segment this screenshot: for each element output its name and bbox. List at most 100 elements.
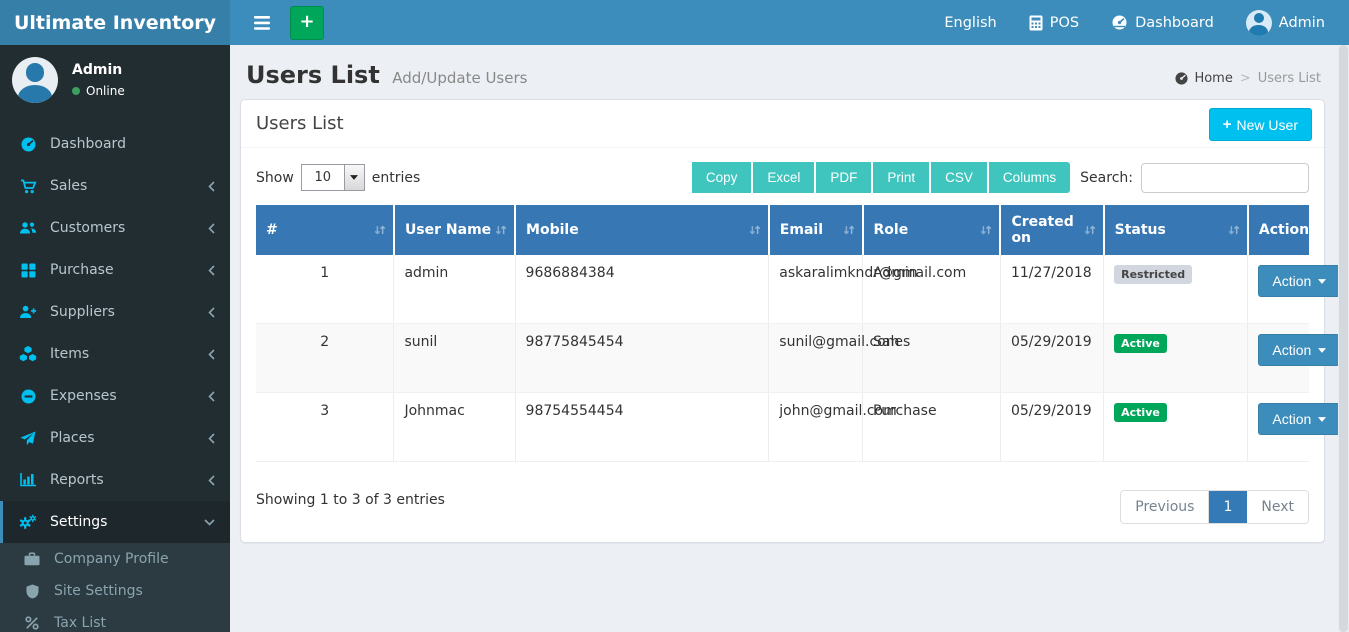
cell-status: Active [1104, 324, 1248, 393]
column-header[interactable]: Email [769, 205, 863, 255]
status-badge: Active [1114, 334, 1167, 353]
sidebar-toggle-button[interactable] [240, 0, 284, 45]
chevron-left-icon [208, 391, 215, 402]
cell-user-name: sunil [394, 324, 515, 393]
cell-status: Restricted [1104, 255, 1248, 324]
breadcrumb-separator: > [1240, 71, 1251, 86]
table-info: Showing 1 to 3 of 3 entries [256, 492, 445, 508]
sidebar-item-customers[interactable]: Customers [0, 207, 230, 249]
caret-down-icon [1318, 417, 1326, 422]
vertical-scrollbar[interactable] [1338, 45, 1349, 632]
users-list-panel: Users List + New User Show 10 entries [240, 99, 1325, 543]
quick-add-button[interactable]: + [290, 6, 324, 40]
panel-body: Show 10 entries CopyExcelPDFPrintCSVColu… [241, 148, 1324, 542]
cell-user-name: admin [394, 255, 515, 324]
chevron-down-icon [204, 519, 215, 526]
export-button[interactable]: PDF [814, 162, 871, 193]
column-header[interactable]: Status [1104, 205, 1248, 255]
user-menu[interactable]: Admin [1232, 0, 1339, 45]
shopping-cart-icon [18, 179, 38, 194]
sidebar-item-places[interactable]: Places [0, 417, 230, 459]
action-dropdown-button[interactable]: Action [1258, 265, 1340, 297]
sidebar-item-items[interactable]: Items [0, 333, 230, 375]
cell-role: Sales [863, 324, 1001, 393]
pagination-previous[interactable]: Previous [1121, 491, 1209, 523]
new-user-button[interactable]: + New User [1209, 108, 1312, 141]
column-header[interactable]: Action [1248, 205, 1309, 255]
chevron-left-icon [208, 223, 215, 234]
search-control: Search: [1080, 163, 1309, 193]
sort-icon[interactable] [1227, 223, 1241, 237]
search-label: Search: [1080, 170, 1133, 186]
cell-email: john@gmail.com [769, 393, 863, 462]
cell-mobile: 9686884384 [515, 255, 769, 324]
action-dropdown-button[interactable]: Action [1258, 403, 1340, 435]
table-row: 1 admin 9686884384 askaralimkndr@gmail.c… [256, 255, 1309, 324]
sidebar-item-purchase[interactable]: Purchase [0, 249, 230, 291]
pagination-page-1[interactable]: 1 [1209, 491, 1247, 523]
sidebar-user-status: Online [72, 84, 125, 98]
export-button[interactable]: Print [871, 162, 929, 193]
percent-icon [22, 616, 42, 630]
panel-title: Users List [256, 113, 344, 134]
page-length-select[interactable]: 10 [301, 164, 365, 191]
language-menu[interactable]: English [930, 0, 1010, 45]
pos-link[interactable]: POS [1015, 0, 1093, 45]
sidebar-item-site-settings[interactable]: Site Settings [0, 575, 230, 607]
sidebar-item-expenses[interactable]: Expenses [0, 375, 230, 417]
sort-icon[interactable] [979, 223, 993, 237]
export-button[interactable]: Copy [690, 162, 752, 193]
settings-submenu: Company Profile Site Settings Tax List [0, 543, 230, 632]
export-button[interactable]: CSV [929, 162, 987, 193]
sort-icon[interactable] [1083, 223, 1097, 237]
cell-email: askaralimkndr@gmail.com [769, 255, 863, 324]
brand-logo[interactable]: Ultimate Inventory [0, 0, 230, 45]
sidebar-item-dashboard[interactable]: Dashboard [0, 123, 230, 165]
action-dropdown-button[interactable]: Action [1258, 334, 1340, 366]
search-input[interactable] [1141, 163, 1309, 193]
gauge-icon [1174, 72, 1189, 85]
pagination-next[interactable]: Next [1247, 491, 1308, 523]
cell-number: 2 [256, 324, 394, 393]
column-header[interactable]: User Name [394, 205, 515, 255]
gauge-icon [18, 137, 38, 152]
sort-icon[interactable] [494, 223, 508, 237]
cell-status: Active [1104, 393, 1248, 462]
breadcrumb-home-link[interactable]: Home [1174, 71, 1232, 86]
sidebar-item-company-profile[interactable]: Company Profile [0, 543, 230, 575]
bars-icon [254, 16, 270, 30]
sidebar-item-tax-list[interactable]: Tax List [0, 607, 230, 632]
column-header[interactable]: Role [863, 205, 1001, 255]
caret-down-icon [1318, 348, 1326, 353]
online-dot-icon [72, 87, 80, 95]
column-header[interactable]: Created on [1000, 205, 1103, 255]
cell-number: 1 [256, 255, 394, 324]
briefcase-icon [22, 552, 42, 566]
minus-circle-icon [18, 389, 38, 404]
page-length-control: Show 10 entries [256, 164, 420, 191]
sidebar-item-sales[interactable]: Sales [0, 165, 230, 207]
cell-user-name: Johnmac [394, 393, 515, 462]
dashboard-link[interactable]: Dashboard [1097, 0, 1228, 45]
chevron-left-icon [208, 475, 215, 486]
sort-icon[interactable] [842, 223, 856, 237]
table-row: 3 Johnmac 98754554454 john@gmail.com Pur… [256, 393, 1309, 462]
chevron-left-icon [208, 349, 215, 360]
users-icon [18, 221, 38, 235]
cell-action: Action [1248, 393, 1309, 462]
sidebar-item-settings[interactable]: Settings [0, 501, 230, 543]
column-header[interactable]: Mobile [515, 205, 769, 255]
content-header: Users List Add/Update Users Home > Users… [240, 55, 1325, 99]
sidebar-item-reports[interactable]: Reports [0, 459, 230, 501]
export-button[interactable]: Excel [751, 162, 814, 193]
status-badge: Restricted [1114, 265, 1192, 284]
scrollbar-thumb[interactable] [1339, 45, 1348, 632]
sort-icon[interactable] [748, 223, 762, 237]
export-button[interactable]: Columns [987, 162, 1070, 193]
table-body: 1 admin 9686884384 askaralimkndr@gmail.c… [256, 255, 1309, 462]
column-header[interactable]: # [256, 205, 394, 255]
sidebar-user-panel: Admin Online [0, 45, 230, 117]
table-toolbar: Show 10 entries CopyExcelPDFPrintCSVColu… [256, 162, 1309, 193]
sort-icon[interactable] [373, 223, 387, 237]
sidebar-item-suppliers[interactable]: Suppliers [0, 291, 230, 333]
